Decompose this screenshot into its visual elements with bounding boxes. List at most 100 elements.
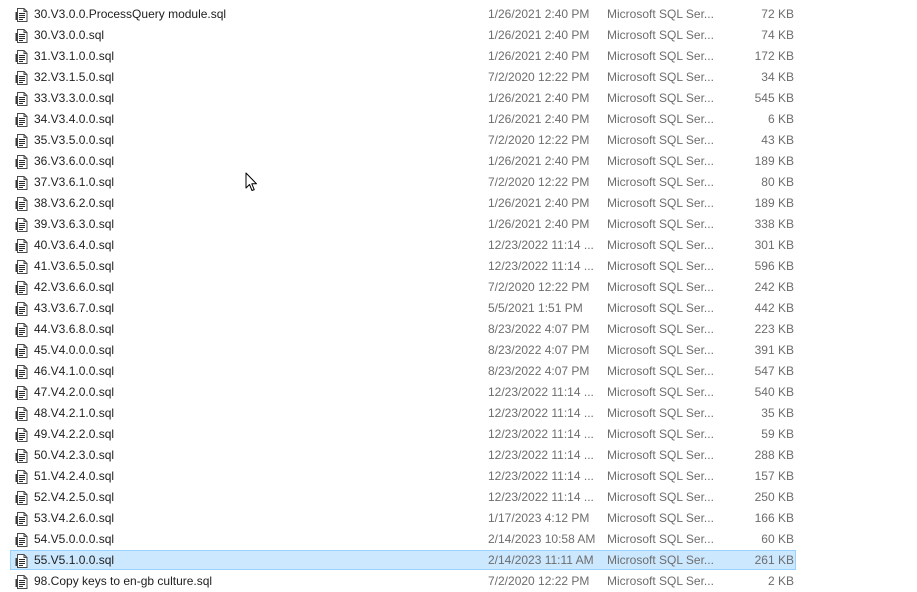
file-name: 30.V3.0.0.sql (34, 28, 105, 42)
file-name: 51.V4.2.4.0.sql (34, 469, 115, 483)
file-size: 74 KB (761, 28, 794, 42)
file-type: Microsoft SQL Ser... (607, 91, 714, 105)
file-row[interactable]: 48.V4.2.1.0.sql 12/23/2022 11:14 ... Mic… (0, 403, 917, 424)
file-date-modified: 12/23/2022 11:14 ... (488, 469, 594, 483)
file-type: Microsoft SQL Ser... (607, 490, 714, 504)
file-name: 55.V5.1.0.0.sql (34, 553, 115, 567)
file-row[interactable]: 47.V4.2.0.0.sql 12/23/2022 11:14 ... Mic… (0, 382, 917, 403)
file-row[interactable]: 30.V3.0.0.ProcessQuery module.sql 1/26/2… (0, 4, 917, 25)
file-type: Microsoft SQL Ser... (607, 532, 714, 546)
file-date-modified: 12/23/2022 11:14 ... (488, 427, 594, 441)
file-date-modified: 7/2/2020 12:22 PM (488, 70, 590, 84)
file-row[interactable]: 34.V3.4.0.0.sql 1/26/2021 2:40 PM Micros… (0, 109, 917, 130)
file-type: Microsoft SQL Ser... (607, 469, 714, 483)
file-list: 30.V3.0.0.ProcessQuery module.sql 1/26/2… (0, 4, 917, 592)
file-size: 34 KB (761, 70, 794, 84)
file-date-modified: 1/17/2023 4:12 PM (488, 511, 590, 525)
file-row[interactable]: 40.V3.6.4.0.sql 12/23/2022 11:14 ... Mic… (0, 235, 917, 256)
file-row[interactable]: 35.V3.5.0.0.sql 7/2/2020 12:22 PM Micros… (0, 130, 917, 151)
file-type: Microsoft SQL Ser... (607, 385, 714, 399)
file-date-modified: 1/26/2021 2:40 PM (488, 28, 590, 42)
file-date-modified: 5/5/2021 1:51 PM (488, 301, 583, 315)
file-type: Microsoft SQL Ser... (607, 301, 714, 315)
file-row[interactable]: 49.V4.2.2.0.sql 12/23/2022 11:14 ... Mic… (0, 424, 917, 445)
file-row[interactable]: 38.V3.6.2.0.sql 1/26/2021 2:40 PM Micros… (0, 193, 917, 214)
file-type: Microsoft SQL Ser... (607, 112, 714, 126)
file-name: 53.V4.2.6.0.sql (34, 511, 115, 525)
file-date-modified: 12/23/2022 11:14 ... (488, 448, 594, 462)
file-type: Microsoft SQL Ser... (607, 49, 714, 63)
file-name: 35.V3.5.0.0.sql (34, 133, 115, 147)
file-type: Microsoft SQL Ser... (607, 133, 714, 147)
file-date-modified: 7/2/2020 12:22 PM (488, 175, 590, 189)
file-row[interactable]: 42.V3.6.6.0.sql 7/2/2020 12:22 PM Micros… (0, 277, 917, 298)
file-type: Microsoft SQL Ser... (607, 553, 714, 567)
sql-script-file-icon (15, 29, 28, 43)
file-date-modified: 8/23/2022 4:07 PM (488, 343, 590, 357)
file-date-modified: 12/23/2022 11:14 ... (488, 259, 594, 273)
file-size: 80 KB (761, 175, 794, 189)
sql-script-file-icon (15, 176, 28, 190)
file-row[interactable]: 51.V4.2.4.0.sql 12/23/2022 11:14 ... Mic… (0, 466, 917, 487)
file-name: 45.V4.0.0.0.sql (34, 343, 115, 357)
file-name: 32.V3.1.5.0.sql (34, 70, 115, 84)
file-type: Microsoft SQL Ser... (607, 217, 714, 231)
file-name: 38.V3.6.2.0.sql (34, 196, 115, 210)
file-row[interactable]: 30.V3.0.0.sql 1/26/2021 2:40 PM Microsof… (0, 25, 917, 46)
file-row[interactable]: 32.V3.1.5.0.sql 7/2/2020 12:22 PM Micros… (0, 67, 917, 88)
file-date-modified: 1/26/2021 2:40 PM (488, 154, 590, 168)
file-row[interactable]: 46.V4.1.0.0.sql 8/23/2022 4:07 PM Micros… (0, 361, 917, 382)
file-row[interactable]: 33.V3.3.0.0.sql 1/26/2021 2:40 PM Micros… (0, 88, 917, 109)
file-size: 189 KB (754, 154, 794, 168)
file-name: 37.V3.6.1.0.sql (34, 175, 115, 189)
file-type: Microsoft SQL Ser... (607, 259, 714, 273)
file-size: 189 KB (754, 196, 794, 210)
sql-script-file-icon (15, 323, 28, 337)
file-name: 52.V4.2.5.0.sql (34, 490, 115, 504)
file-date-modified: 1/26/2021 2:40 PM (488, 49, 590, 63)
file-row[interactable]: 52.V4.2.5.0.sql 12/23/2022 11:14 ... Mic… (0, 487, 917, 508)
sql-script-file-icon (15, 197, 28, 211)
file-type: Microsoft SQL Ser... (607, 406, 714, 420)
file-type: Microsoft SQL Ser... (607, 238, 714, 252)
file-date-modified: 2/14/2023 11:11 AM (488, 553, 594, 567)
file-row-selected[interactable]: 55.V5.1.0.0.sql 2/14/2023 11:11 AM Micro… (0, 550, 917, 571)
file-name: 50.V4.2.3.0.sql (34, 448, 115, 462)
sql-script-file-icon (15, 344, 28, 358)
file-row[interactable]: 36.V3.6.0.0.sql 1/26/2021 2:40 PM Micros… (0, 151, 917, 172)
file-name: 34.V3.4.0.0.sql (34, 112, 115, 126)
file-date-modified: 2/14/2023 10:58 AM (488, 532, 596, 546)
file-size: 547 KB (754, 364, 794, 378)
file-row[interactable]: 45.V4.0.0.0.sql 8/23/2022 4:07 PM Micros… (0, 340, 917, 361)
mouse-pointer-icon (245, 172, 257, 191)
sql-script-file-icon (15, 554, 28, 568)
file-type: Microsoft SQL Ser... (607, 511, 714, 525)
file-name: 42.V3.6.6.0.sql (34, 280, 115, 294)
file-name: 49.V4.2.2.0.sql (34, 427, 115, 441)
sql-script-file-icon (15, 218, 28, 232)
file-date-modified: 8/23/2022 4:07 PM (488, 322, 590, 336)
file-size: 261 KB (754, 553, 794, 567)
file-row[interactable]: 53.V4.2.6.0.sql 1/17/2023 4:12 PM Micros… (0, 508, 917, 529)
file-row[interactable]: 39.V3.6.3.0.sql 1/26/2021 2:40 PM Micros… (0, 214, 917, 235)
file-size: 172 KB (754, 49, 794, 63)
sql-script-file-icon (15, 428, 28, 442)
file-date-modified: 1/26/2021 2:40 PM (488, 112, 590, 126)
file-size: 43 KB (761, 133, 794, 147)
file-name: 39.V3.6.3.0.sql (34, 217, 115, 231)
file-date-modified: 7/2/2020 12:22 PM (488, 280, 590, 294)
sql-script-file-icon (15, 92, 28, 106)
file-row[interactable]: 31.V3.1.0.0.sql 1/26/2021 2:40 PM Micros… (0, 46, 917, 67)
file-row[interactable]: 44.V3.6.8.0.sql 8/23/2022 4:07 PM Micros… (0, 319, 917, 340)
file-date-modified: 8/23/2022 4:07 PM (488, 364, 590, 378)
file-name: 41.V3.6.5.0.sql (34, 259, 115, 273)
file-row[interactable]: 98.Copy keys to en-gb culture.sql 7/2/20… (0, 571, 917, 592)
file-row[interactable]: 43.V3.6.7.0.sql 5/5/2021 1:51 PM Microso… (0, 298, 917, 319)
sql-script-file-icon (15, 491, 28, 505)
file-row[interactable]: 54.V5.0.0.0.sql 2/14/2023 10:58 AM Micro… (0, 529, 917, 550)
file-type: Microsoft SQL Ser... (607, 70, 714, 84)
file-row[interactable]: 50.V4.2.3.0.sql 12/23/2022 11:14 ... Mic… (0, 445, 917, 466)
file-row[interactable]: 37.V3.6.1.0.sql 7/2/2020 12:22 PM Micros… (0, 172, 917, 193)
file-size: 301 KB (754, 238, 794, 252)
file-row[interactable]: 41.V3.6.5.0.sql 12/23/2022 11:14 ... Mic… (0, 256, 917, 277)
